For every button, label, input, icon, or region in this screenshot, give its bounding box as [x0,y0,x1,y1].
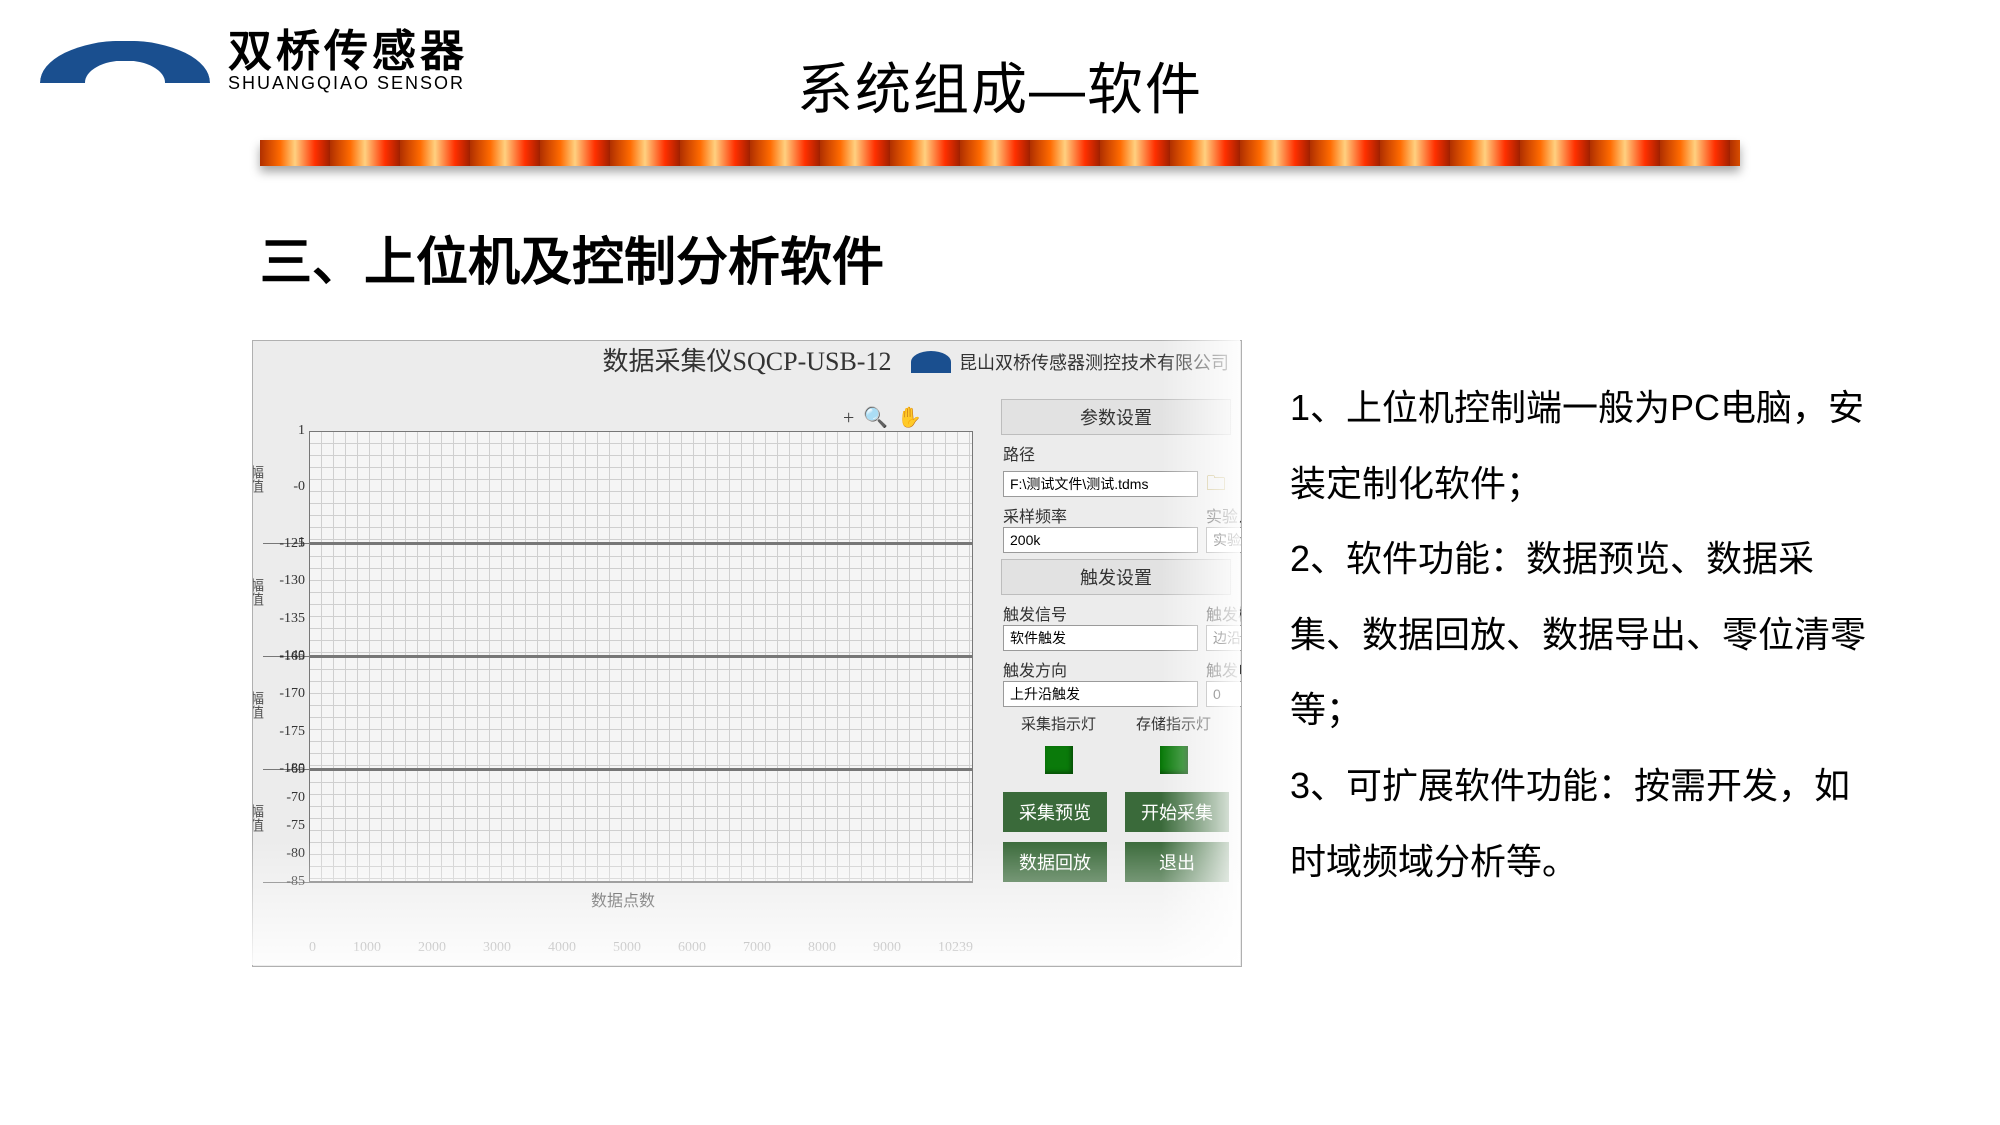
path-input[interactable] [1003,471,1198,497]
chart-area: 幅值1-0-1幅值-125-130-135-140幅值-165-170-175-… [263,431,983,956]
bullet-list: 1、上位机控制端一般为PC电脑，安装定制化软件； 2、软件功能：数据预览、数据采… [1290,370,1880,899]
operator-input[interactable] [1206,527,1242,553]
chart-toolbar[interactable]: + 🔍 ✋ [843,405,924,430]
section-heading: 三、上位机及控制分析软件 [260,220,884,295]
start-button[interactable]: 开始采集 [1125,792,1229,832]
param-panel-title: 参数设置 [1001,399,1231,435]
slide: 双桥传感器 SHUANGQIAO SENSOR 系统组成—软件 三、上位机及控制… [0,0,2000,1125]
trig-signal-input[interactable] [1003,625,1198,651]
exit-button[interactable]: 退出 [1125,842,1229,882]
slide-title: 系统组成—软件 [0,45,2000,126]
trig-level-input[interactable] [1206,681,1242,707]
chart-1: 幅值1-0-1 [263,431,973,544]
trig-dir-input[interactable] [1003,681,1198,707]
trigger-panel-title: 触发设置 [1001,559,1231,595]
trig-mode-input[interactable] [1206,625,1242,651]
chart-4: 幅值-65-70-75-80-85 [263,770,973,883]
app-brand-text: 昆山双桥传感器测控技术有限公司 [959,349,1229,375]
bullet-3: 3、可扩展软件功能：按需开发，如时域频域分析等。 [1290,748,1880,899]
path-label: 路径 [1003,441,1229,465]
trig-level-label: 触发电平mV [1206,657,1242,681]
decor-bar [260,140,1740,166]
app-window: 数据采集仪SQCP-USB-12 昆山双桥传感器测控技术有限公司 + 🔍 ✋ 幅… [252,340,1242,967]
trig-dir-label: 触发方向 [1003,657,1198,681]
rate-label: 采样频率 [1003,503,1198,527]
led-save-label: 存储指示灯 [1116,713,1231,734]
bullet-1: 1、上位机控制端一般为PC电脑，安装定制化软件； [1290,370,1880,521]
operator-label: 实验人员 [1206,503,1242,527]
x-axis-label: 数据点数 [263,887,983,911]
led-save [1160,746,1188,774]
trig-mode-label: 触发模式 [1206,601,1242,625]
bridge-icon [911,351,951,373]
app-brand: 昆山双桥传感器测控技术有限公司 [911,349,1229,375]
led-acq [1045,746,1073,774]
x-axis: 0100020003000400050006000700080009000102… [309,940,973,956]
bullet-2: 2、软件功能：数据预览、数据采集、数据回放、数据导出、零位清零等； [1290,521,1880,748]
trig-signal-label: 触发信号 [1003,601,1198,625]
chart-2: 幅值-125-130-135-140 [263,544,973,657]
folder-icon[interactable]: 🗀 [1206,474,1229,494]
preview-button[interactable]: 采集预览 [1003,792,1107,832]
side-panel: 参数设置 路径 🗀 采样频率 实验人员 触发设置 触发信号 [1001,393,1231,956]
chart-3: 幅值-165-170-175-180 [263,657,973,770]
led-acq-label: 采集指示灯 [1001,713,1116,734]
replay-button[interactable]: 数据回放 [1003,842,1107,882]
rate-input[interactable] [1003,527,1198,553]
